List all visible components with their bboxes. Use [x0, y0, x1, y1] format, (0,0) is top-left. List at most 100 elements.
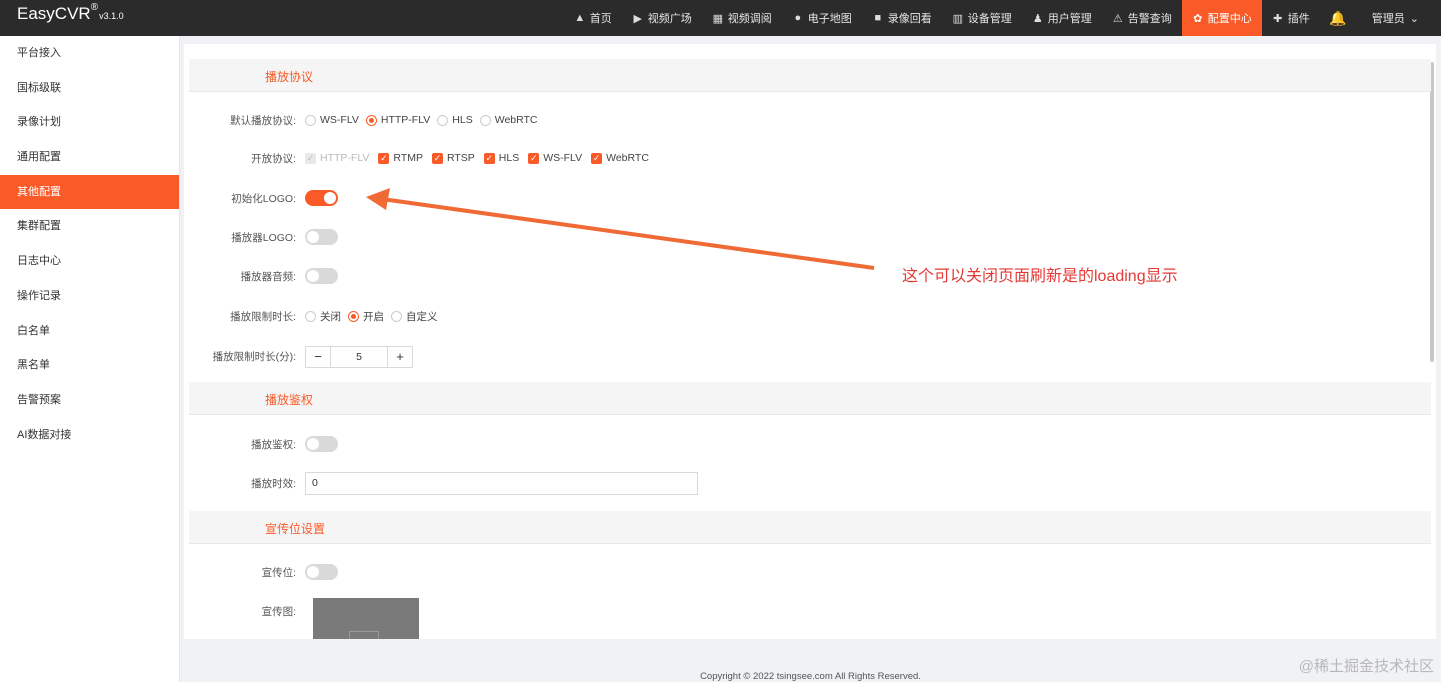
- brand-reg: ®: [90, 2, 99, 14]
- radio-button[interactable]: [365, 114, 377, 126]
- device-icon: ▥: [952, 12, 963, 25]
- user-menu-label: 管理员: [1371, 13, 1405, 25]
- init-logo-toggle[interactable]: [305, 190, 338, 206]
- open-protocol-option[interactable]: ✓ HLS: [483, 152, 520, 164]
- sidebar-item[interactable]: 其他配置: [0, 174, 179, 210]
- scrollbar[interactable]: [1430, 62, 1434, 362]
- checkbox-label: RTMP: [393, 152, 423, 164]
- puzzle-icon: ✚: [1273, 12, 1283, 25]
- auth-toggle[interactable]: [305, 436, 338, 452]
- user-menu[interactable]: 管理员 ⌄: [1356, 0, 1441, 36]
- play-limit-option[interactable]: 开启: [348, 309, 384, 324]
- default-protocol-option[interactable]: WS-FLV: [305, 114, 359, 126]
- increment-button[interactable]: +: [388, 347, 412, 367]
- radio-button[interactable]: [305, 310, 316, 322]
- row-default-protocol: 默认播放协议: WS-FLV HTTP-FLV HLS WebRTC: [184, 110, 545, 130]
- play-limit-option[interactable]: 关闭: [305, 309, 341, 324]
- radio-button[interactable]: [437, 114, 449, 126]
- play-limit-radio-group: 关闭 开启 自定义: [305, 309, 445, 324]
- sidebar-item[interactable]: 通用配置: [0, 140, 179, 175]
- section-header-promo: 宣传位设置: [189, 511, 1431, 544]
- sidebar-item[interactable]: 黑名单: [0, 348, 179, 383]
- nav-item-video-grid[interactable]: ▦ 视频调阅: [702, 0, 782, 36]
- field-label: 播放限制时长:: [230, 310, 296, 323]
- section-header-auth: 播放鉴权: [189, 382, 1431, 415]
- sidebar-item[interactable]: 平台接入: [0, 36, 179, 71]
- brand-name: EasyCVR: [17, 4, 91, 23]
- radio-button[interactable]: [305, 114, 316, 126]
- nav-item-user[interactable]: ♟ 用户管理: [1022, 0, 1102, 36]
- sidebar-item[interactable]: 白名单: [0, 314, 179, 349]
- radio-button[interactable]: [348, 310, 359, 322]
- nav-item-label: 首页: [589, 13, 612, 25]
- open-protocol-option[interactable]: ✓ WebRTC: [591, 152, 649, 164]
- nav-item-device[interactable]: ▥ 设备管理: [942, 0, 1022, 36]
- row-play-limit: 播放限制时长: 关闭 开启 自定义: [184, 306, 445, 326]
- sidebar-item[interactable]: 录像计划: [0, 105, 179, 140]
- field-label: 播放时效:: [251, 478, 296, 490]
- decrement-button[interactable]: −: [306, 347, 330, 367]
- player-logo-toggle[interactable]: [305, 229, 338, 245]
- radio-label: 开启: [363, 310, 384, 323]
- checkbox-label: HTTP-FLV: [320, 152, 370, 164]
- nav-item-label: 视频广场: [647, 13, 692, 25]
- sidebar-item[interactable]: 日志中心: [0, 244, 179, 279]
- nav-item-label: 插件: [1287, 13, 1310, 25]
- checkbox: ✓: [305, 152, 316, 164]
- nav-item-play[interactable]: ▶ 视频广场: [622, 0, 702, 36]
- top-bar: EasyCVR®v3.1.0 ▲ 首页 ▶ 视频广场 ▦ 视频调阅 ● 电子地图 ■ 录像回看 ▥ 设…: [0, 0, 1441, 36]
- alarm-icon: ⚠: [1112, 12, 1123, 25]
- field-label: 播放器音频:: [240, 270, 296, 283]
- brand-logo[interactable]: EasyCVR®v3.1.0: [17, 2, 124, 24]
- sidebar-item[interactable]: 告警预案: [0, 383, 179, 418]
- arrow-line: [381, 197, 875, 270]
- nav-item-puzzle[interactable]: ✚ 插件: [1262, 0, 1320, 36]
- nav-item-camera[interactable]: ■ 录像回看: [862, 0, 942, 36]
- checkbox[interactable]: ✓: [591, 152, 603, 164]
- default-protocol-option[interactable]: WebRTC: [479, 114, 538, 126]
- open-protocol-option: ✓ HTTP-FLV: [305, 152, 369, 164]
- checkbox-label: HLS: [498, 152, 520, 164]
- radio-button[interactable]: [479, 114, 491, 126]
- checkbox[interactable]: ✓: [378, 152, 390, 164]
- row-play-limit-minutes: 播放限制时长(分): − 5 +: [184, 345, 413, 368]
- field-label: 默认播放协议:: [230, 114, 296, 127]
- radio-label: HTTP-FLV: [380, 114, 431, 126]
- sidebar-item[interactable]: 集群配置: [0, 209, 179, 244]
- play-icon: ▶: [633, 12, 643, 25]
- play-limit-option[interactable]: 自定义: [391, 309, 438, 324]
- nav-item-dashboard[interactable]: ▲ 首页: [564, 0, 622, 36]
- nav-item-alarm[interactable]: ⚠ 告警查询: [1102, 0, 1182, 36]
- stepper-value[interactable]: 5: [330, 346, 388, 367]
- checkbox[interactable]: ✓: [483, 152, 495, 164]
- player-audio-toggle[interactable]: [305, 268, 338, 284]
- row-promo-image: 宣传图:: [184, 601, 305, 621]
- field-label: 宣传位:: [261, 566, 296, 579]
- default-protocol-option[interactable]: HTTP-FLV: [365, 114, 431, 126]
- checkbox[interactable]: ✓: [528, 152, 540, 164]
- notifications-bell-icon[interactable]: 🔔: [1320, 0, 1356, 36]
- annotation-text: 这个可以关闭页面刷新是的loading显示: [902, 268, 1178, 285]
- promo-toggle[interactable]: [305, 564, 338, 580]
- row-auth: 播放鉴权:: [184, 434, 338, 454]
- radio-label: 自定义: [406, 310, 438, 323]
- promo-image-upload[interactable]: [313, 598, 419, 639]
- open-protocol-option[interactable]: ✓ RTSP: [431, 152, 475, 164]
- auth-ttl-input[interactable]: 0: [305, 472, 698, 495]
- open-protocol-option[interactable]: ✓ WS-FLV: [528, 152, 582, 164]
- field-label: 播放限制时长(分):: [212, 351, 296, 363]
- nav-item-gear[interactable]: ✿ 配置中心: [1181, 0, 1262, 36]
- checkbox[interactable]: ✓: [431, 152, 443, 164]
- sidebar-item[interactable]: 国标级联: [0, 71, 179, 106]
- section-title: 播放协议: [265, 70, 314, 84]
- default-protocol-option[interactable]: HLS: [437, 114, 473, 126]
- section-title: 播放鉴权: [265, 393, 314, 407]
- sidebar-item[interactable]: 操作记录: [0, 279, 179, 314]
- field-label: 播放鉴权:: [251, 438, 296, 451]
- sidebar-item[interactable]: AI数据对接: [0, 418, 179, 453]
- row-promo: 宣传位:: [184, 562, 338, 582]
- nav-item-map-pin[interactable]: ● 电子地图: [782, 0, 862, 36]
- checkbox-label: WebRTC: [606, 152, 649, 164]
- radio-button[interactable]: [391, 310, 402, 322]
- open-protocol-option[interactable]: ✓ RTMP: [378, 152, 423, 164]
